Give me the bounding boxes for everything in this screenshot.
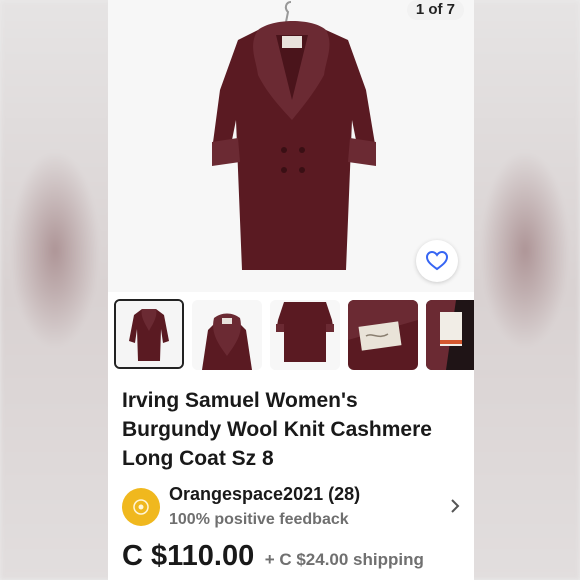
favorite-button[interactable]: [416, 240, 458, 282]
seller-name[interactable]: Orangespace2021 (28): [169, 484, 360, 505]
price: C $110.00: [122, 540, 255, 572]
thumbnail-back-image: [270, 300, 340, 370]
shipping-cost: + C $24.00 shipping: [264, 550, 424, 569]
listing-screen: 1 of 7 Irving Samuel Women's Burgundy Wo…: [108, 0, 474, 580]
heart-icon: [426, 251, 448, 271]
chevron-right-icon[interactable]: [450, 498, 460, 519]
background-blur-right: [468, 0, 580, 580]
thumbnail-front-image: [116, 301, 182, 367]
thumbnail-strip: [108, 296, 474, 374]
seller-logo-icon: [133, 499, 149, 515]
main-product-image[interactable]: 1 of 7: [108, 0, 474, 292]
seller-avatar: [122, 488, 160, 526]
seller-info-row[interactable]: Orangespace2021 (28) 100% positive feedb…: [122, 484, 462, 530]
thumbnail-label[interactable]: [348, 300, 418, 370]
thumbnail-front[interactable]: [114, 299, 184, 369]
thumbnail-label-image: [348, 300, 418, 370]
image-counter: 1 of 7: [406, 0, 464, 20]
thumbnail-tag-image: [426, 300, 474, 370]
background-blur-left: [0, 0, 112, 580]
thumbnail-tag[interactable]: [426, 300, 474, 370]
thumbnail-back[interactable]: [270, 300, 340, 370]
thumbnail-collar[interactable]: [192, 300, 262, 370]
listing-title: Irving Samuel Women's Burgundy Wool Knit…: [122, 389, 432, 470]
thumbnail-collar-image: [192, 300, 262, 370]
seller-feedback: 100% positive feedback: [169, 511, 349, 528]
price-row: C $110.00 + C $24.00 shipping: [122, 540, 424, 573]
